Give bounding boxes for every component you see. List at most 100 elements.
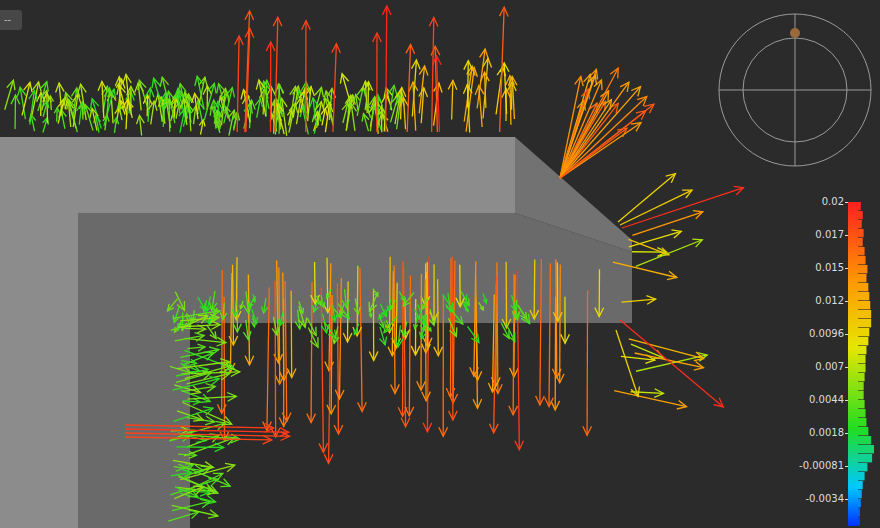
color-legend: 0.020.0170.0150.0120.00960.0070.00440.00… (790, 196, 876, 526)
vector-arrow (369, 292, 378, 311)
vector-arrow (324, 322, 336, 338)
vector-arrow (560, 69, 598, 178)
vector-arrow (620, 190, 692, 225)
vector-arrow (178, 464, 230, 487)
legend-tick: 0.015 (790, 262, 848, 295)
vector-arrow (255, 99, 263, 118)
legend-tick: 0.007 (790, 361, 848, 394)
vector-arrow (332, 44, 341, 132)
vector-arrow (506, 323, 515, 341)
vector-arrow (354, 298, 360, 314)
vector-arrow (406, 45, 415, 132)
vector-arrow (171, 470, 192, 478)
histogram-bar (858, 310, 871, 318)
vector-arrow (175, 102, 182, 119)
vector-arrow (513, 303, 520, 320)
vector-arrow (353, 266, 362, 336)
vector-arrow (146, 88, 155, 122)
histogram-bar (858, 409, 866, 417)
vector-arrow (422, 279, 431, 401)
histogram-bar (858, 499, 861, 507)
histogram-bar (858, 274, 866, 282)
vector-arrow (168, 510, 199, 521)
vector-arrow (377, 106, 386, 132)
vector-arrow (629, 339, 704, 361)
vector-arrow (622, 186, 744, 228)
histogram-bar (858, 346, 866, 354)
vector-arrow (29, 91, 38, 125)
vector-arrow (488, 295, 497, 393)
vector-arrow (158, 97, 167, 123)
vector-arrow (181, 99, 190, 125)
vector-arrow (560, 68, 618, 178)
vector-arrow (456, 265, 465, 307)
vector-arrow (502, 262, 511, 328)
histogram-bar (858, 355, 866, 363)
histogram-bar (858, 418, 866, 426)
colorbar (848, 202, 858, 526)
vector-arrow (422, 298, 428, 309)
vector-arrow (560, 91, 609, 178)
vector-arrow (583, 291, 592, 436)
scene-canvas[interactable] (0, 0, 880, 528)
vector-arrow (185, 364, 232, 379)
vector-arrow (439, 296, 448, 436)
vector-arrow (362, 81, 371, 113)
toolbar-button[interactable]: -- (0, 10, 22, 30)
vector-arrow (300, 107, 309, 134)
vector-arrow (232, 300, 238, 316)
vector-arrow (267, 87, 276, 120)
vector-arrow (395, 325, 404, 347)
vector-arrow (426, 324, 431, 331)
legend-tick: 0.012 (790, 295, 848, 328)
histogram-bar (858, 391, 864, 399)
vector-arrow (299, 306, 307, 327)
vector-arrow (448, 81, 457, 120)
vector-arrow (613, 262, 677, 280)
vector-arrow (446, 258, 455, 397)
histogram-bar (858, 328, 869, 336)
vector-arrow (54, 108, 60, 122)
vector-arrow (401, 266, 410, 427)
vector-arrow (199, 120, 205, 135)
vector-arrow (616, 330, 639, 396)
vector-arrow (560, 111, 646, 178)
orientation-gizmo-icon[interactable] (718, 13, 874, 169)
vector-arrow (262, 298, 268, 313)
vector-arrow (306, 86, 315, 121)
vector-arrow (403, 292, 414, 305)
histogram-bar (858, 337, 868, 345)
vector-arrow (307, 318, 316, 335)
vector-arrow (371, 98, 380, 134)
viewport[interactable]: -- 0.020.0170.0150.0120.00960.0070.00440.… (0, 0, 880, 528)
vector-arrow (420, 323, 426, 339)
vector-arrow (149, 101, 158, 124)
vector-arrow (405, 276, 414, 416)
vector-arrow (354, 324, 359, 335)
histogram-bar (858, 256, 866, 264)
vector-arrow (204, 83, 216, 119)
vector-arrow (180, 347, 218, 357)
vector-arrow (358, 268, 367, 412)
vector-arrow (449, 257, 458, 420)
vector-arrow (235, 36, 244, 132)
vector-arrow (362, 114, 369, 132)
vector-arrow (282, 281, 291, 422)
vector-arrow (614, 391, 686, 409)
vector-arrow (530, 260, 539, 319)
vector-arrow (104, 88, 113, 116)
vector-arrow (22, 82, 32, 115)
vector-arrow (622, 296, 656, 305)
histogram-bar (858, 211, 863, 219)
vector-arrow (429, 309, 435, 325)
vector-arrow (483, 293, 487, 303)
vector-arrow (560, 82, 629, 178)
vector-arrow (181, 390, 211, 402)
vector-arrow (552, 259, 561, 378)
histogram-bar (858, 364, 866, 372)
vector-arrow (448, 318, 456, 337)
vector-arrow (446, 293, 453, 311)
vector-arrow (123, 99, 132, 129)
beam-top-face (0, 137, 515, 528)
vector-arrow (479, 302, 484, 310)
